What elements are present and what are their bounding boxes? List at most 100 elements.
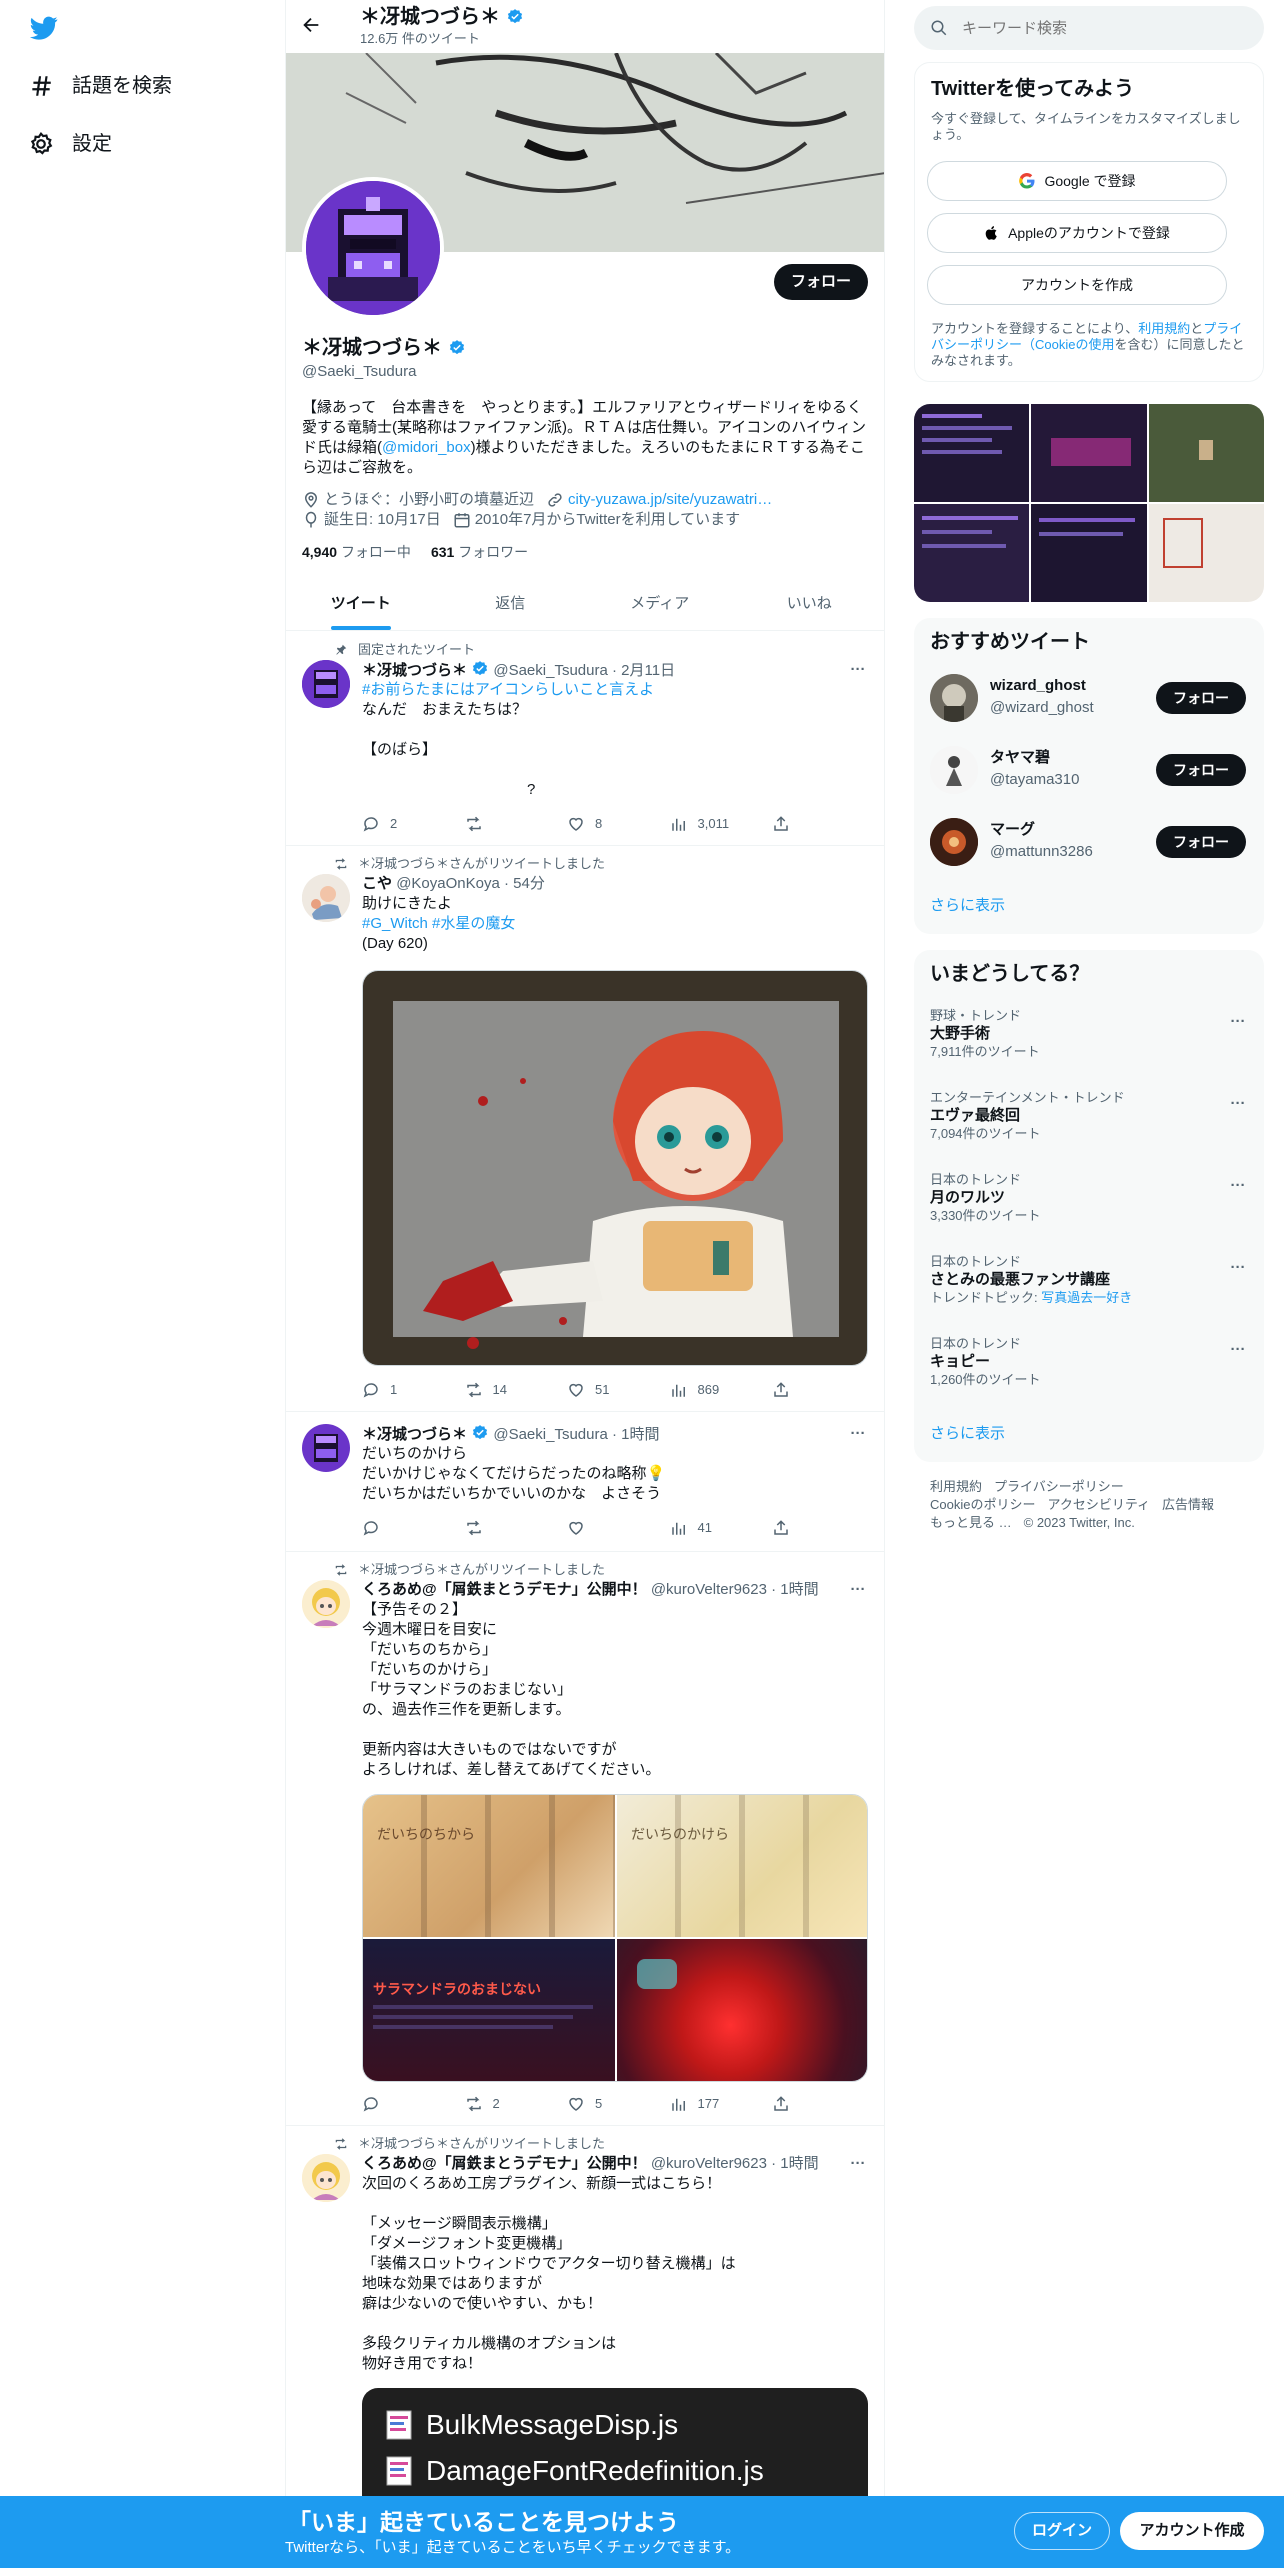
retweet-button[interactable] <box>465 1518 555 1538</box>
footer-terms-link[interactable]: 利用規約 <box>930 1478 982 1496</box>
follow-button[interactable]: フォロー <box>1156 826 1246 858</box>
views-button[interactable]: 3,011 <box>670 814 760 834</box>
tweet-avatar[interactable] <box>302 660 350 708</box>
share-button[interactable] <box>772 814 792 834</box>
media-thumb-3[interactable]: サラマンドラのおまじない <box>363 1939 615 2081</box>
bio-mention-link[interactable]: @midori_box <box>382 439 471 456</box>
trend-item[interactable]: エンターテインメント・トレンド エヴァ最終回 7,094件のツイート <box>930 1090 1248 1142</box>
media-grid-thumb[interactable] <box>1031 404 1147 502</box>
suggested-avatar[interactable] <box>930 746 978 794</box>
footer-accessibility-link[interactable]: アクセシビリティ <box>1047 1496 1150 1514</box>
tweet-author-handle[interactable]: @KoyaOnKoya <box>396 875 500 892</box>
login-button[interactable]: ログイン <box>1014 2512 1110 2550</box>
footer-cookie-link[interactable]: Cookieのポリシー <box>930 1496 1035 1514</box>
tab-replies[interactable]: 返信 <box>436 578 586 630</box>
search-box[interactable] <box>914 6 1264 50</box>
suggested-avatar[interactable] <box>930 818 978 866</box>
tweet-media-image[interactable] <box>362 970 868 1366</box>
search-input[interactable] <box>962 19 1222 37</box>
tweet-author-handle[interactable]: @Saeki_Tsudura <box>493 1426 607 1443</box>
profile-url-link[interactable]: city-yuzawa.jp/site/yuzawatri… <box>568 490 772 510</box>
following-link[interactable]: 4,940 フォロー中 <box>302 542 411 562</box>
tweet-author-name[interactable]: くろあめ@「屑鉄まとうデモナ」公開中！ <box>362 1581 647 1598</box>
suggested-user[interactable]: wizard_ghost @wizard_ghost フォロー <box>930 674 1248 724</box>
tab-media[interactable]: メディア <box>585 578 735 630</box>
tweet-author-handle[interactable]: @kuroVelter9623 <box>651 2155 767 2172</box>
tweet-time[interactable]: 54分 <box>513 875 545 892</box>
footer-privacy-link[interactable]: プライバシーポリシー <box>994 1478 1124 1496</box>
more-options-icon[interactable]: ··· <box>848 1424 868 1444</box>
tweet-pinned[interactable]: 固定されたツイート ＊冴城つづら＊ @Saeki_Tsudura · 2月11日… <box>286 632 884 846</box>
views-button[interactable]: 177 <box>670 2094 760 2114</box>
tweet-retweet-kuroame-1[interactable]: ＊冴城つづら＊さんがリツイートしました くろあめ@「屑鉄まとうデモナ」公開中！ … <box>286 1552 884 2126</box>
tweet-avatar[interactable] <box>302 874 350 922</box>
views-button[interactable]: 869 <box>670 1380 760 1400</box>
create-account-button[interactable]: アカウントを作成 <box>927 265 1227 305</box>
suggested-avatar[interactable] <box>930 674 978 722</box>
tweet-author-name[interactable]: ＊冴城つづら＊ <box>362 1426 467 1443</box>
trend-more-icon[interactable]: ··· <box>1228 1094 1248 1114</box>
nav-explore[interactable]: 話題を検索 <box>28 66 172 106</box>
tweet-author-name[interactable]: ＊冴城つづら＊ <box>362 662 467 679</box>
like-button[interactable] <box>567 1518 657 1538</box>
tweet-time[interactable]: 1時間 <box>780 2155 818 2172</box>
trend-more-icon[interactable]: ··· <box>1228 1012 1248 1032</box>
like-button[interactable]: 5 <box>567 2094 657 2114</box>
tab-tweets[interactable]: ツイート <box>286 578 436 630</box>
like-button[interactable]: 8 <box>567 814 657 834</box>
tweet-author-name[interactable]: くろあめ@「屑鉄まとうデモナ」公開中！ <box>362 2155 647 2172</box>
tweet-time[interactable]: 1時間 <box>621 1426 659 1443</box>
tab-likes[interactable]: いいね <box>735 578 885 630</box>
trend-more-icon[interactable]: ··· <box>1228 1340 1248 1360</box>
tweet-hashtag[interactable]: #お前らたまにはアイコンらしいこと言えよ <box>362 680 870 700</box>
show-more-link[interactable]: さらに表示 <box>930 896 1005 916</box>
share-button[interactable] <box>772 2094 792 2114</box>
tweet-time[interactable]: 2月11日 <box>621 662 675 679</box>
share-button[interactable] <box>772 1380 792 1400</box>
tweet-avatar[interactable] <box>302 2154 350 2202</box>
follow-button[interactable]: フォロー <box>1156 754 1246 786</box>
retweet-button[interactable]: 2 <box>465 2094 555 2114</box>
tweet-author-handle[interactable]: @Saeki_Tsudura <box>493 662 607 679</box>
trend-item[interactable]: 日本のトレンド さとみの最悪ファンサ講座 トレンドトピック: 写真過去一好き <box>930 1254 1248 1306</box>
twitter-logo-icon[interactable] <box>28 14 60 42</box>
terms-link[interactable]: 利用規約 <box>1138 321 1190 336</box>
tweet-retweet-koya[interactable]: ＊冴城つづら＊さんがリツイートしました こや @KoyaOnKoya · 54分… <box>286 846 884 1412</box>
tweet-author-handle[interactable]: @kuroVelter9623 <box>651 1581 767 1598</box>
tweet-author-name[interactable]: こや <box>362 875 392 892</box>
media-thumb-4[interactable] <box>617 1939 867 2081</box>
trend-more-icon[interactable]: ··· <box>1228 1258 1248 1278</box>
signup-button[interactable]: アカウント作成 <box>1120 2512 1264 2550</box>
media-thumb-1[interactable]: だいちのちから <box>363 1795 615 1937</box>
followers-link[interactable]: 631 フォロワー <box>431 542 528 562</box>
media-grid-thumb[interactable] <box>1149 404 1264 502</box>
suggested-user[interactable]: マーグ @mattunn3286 フォロー <box>930 818 1248 868</box>
reply-button[interactable]: 1 <box>362 1380 452 1400</box>
more-options-icon[interactable]: ··· <box>848 2154 868 2174</box>
suggested-user[interactable]: タヤマ碧 @tayama310 フォロー <box>930 746 1248 796</box>
media-grid-thumb[interactable] <box>914 504 1029 602</box>
nav-settings[interactable]: 設定 <box>28 124 112 164</box>
share-button[interactable] <box>772 1518 792 1538</box>
footer-more-link[interactable]: もっと見る … <box>930 1514 1012 1532</box>
follow-button[interactable]: フォロー <box>774 264 868 300</box>
retweet-button[interactable] <box>465 814 555 834</box>
profile-avatar[interactable] <box>302 177 444 319</box>
back-arrow-icon[interactable] <box>300 14 324 38</box>
reply-button[interactable] <box>362 1518 452 1538</box>
reply-button[interactable] <box>362 2094 452 2114</box>
apple-signup-button[interactable]: Appleのアカウントで登録 <box>927 213 1227 253</box>
like-button[interactable]: 51 <box>567 1380 657 1400</box>
reply-button[interactable]: 2 <box>362 814 452 834</box>
media-thumb-2[interactable]: だいちのかけら <box>617 1795 867 1937</box>
trend-item[interactable]: 野球・トレンド 大野手術 7,911件のツイート <box>930 1008 1248 1060</box>
show-more-link[interactable]: さらに表示 <box>930 1424 1005 1444</box>
trend-item[interactable]: 日本のトレンド キョピー 1,260件のツイート <box>930 1336 1248 1388</box>
trend-more-icon[interactable]: ··· <box>1228 1176 1248 1196</box>
media-grid-thumb[interactable] <box>914 404 1029 502</box>
trend-topic-link[interactable]: 写真過去一好き <box>1041 1290 1132 1305</box>
google-signup-button[interactable]: Google で登録 <box>927 161 1227 201</box>
trend-item[interactable]: 日本のトレンド 月のワルツ 3,330件のツイート <box>930 1172 1248 1224</box>
tweet-time[interactable]: 1時間 <box>780 1581 818 1598</box>
media-grid-thumb[interactable] <box>1149 504 1264 602</box>
